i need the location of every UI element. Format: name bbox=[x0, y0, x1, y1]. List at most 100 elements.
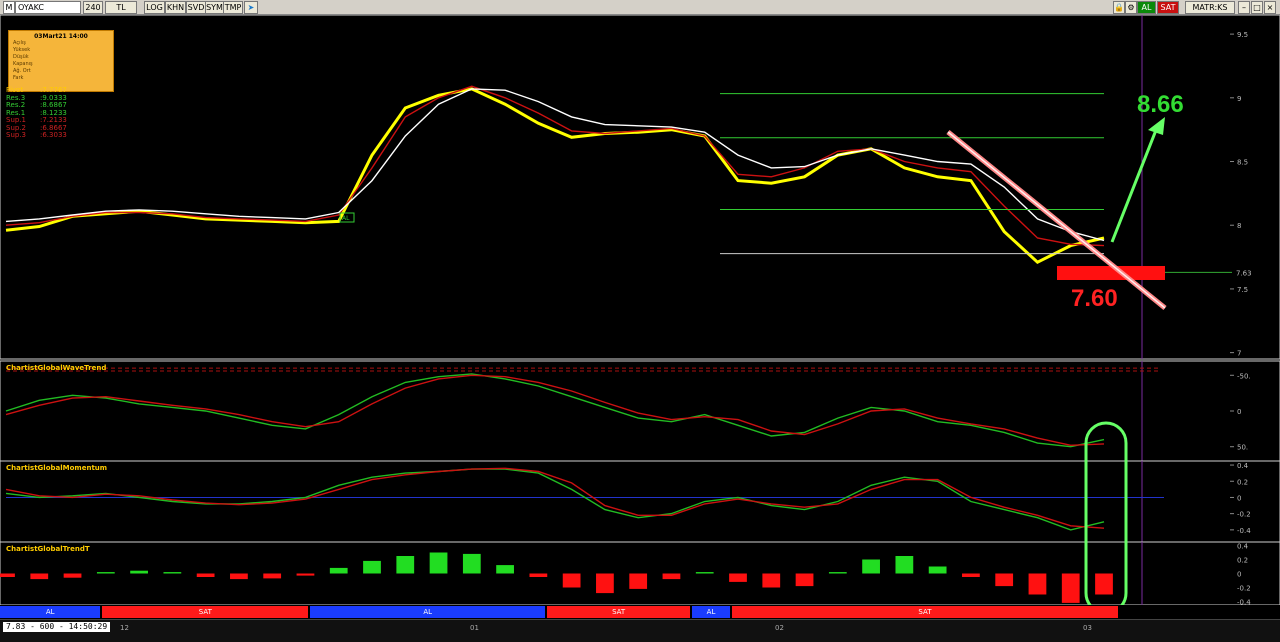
price-panel: 7 7.5 8 8.5 9 9.5 7.63 bbox=[0, 15, 1280, 370]
ticker-input[interactable]: OYAKC bbox=[15, 1, 81, 14]
trend-bar bbox=[430, 553, 448, 574]
trend-bar bbox=[197, 574, 215, 578]
trend-bar bbox=[64, 574, 82, 578]
khn-button[interactable]: KHN bbox=[165, 1, 186, 14]
trend-bar bbox=[596, 574, 614, 594]
info-row: Ağ. Ort bbox=[9, 68, 113, 75]
trend-bar bbox=[1095, 574, 1113, 595]
y-tick-label: -0.4 bbox=[1237, 599, 1251, 606]
wavetrend-title: ChartistGlobalWaveTrend bbox=[6, 364, 106, 372]
sell-button[interactable]: SAT bbox=[1157, 1, 1179, 14]
trend-bar bbox=[330, 568, 348, 574]
symbol-logo[interactable]: M bbox=[3, 1, 15, 14]
y-tick-label: 8 bbox=[1237, 222, 1241, 230]
support-price-label: 7.60 bbox=[1071, 285, 1118, 312]
trend-bar bbox=[30, 574, 48, 580]
y-tick-label: -50. bbox=[1237, 372, 1251, 380]
chart-window: M OYAKC 240 TL LOG KHN SVD SYM TMP ➤ 🔒 ⚙… bbox=[0, 0, 1280, 641]
maximize-icon[interactable]: □ bbox=[1251, 1, 1263, 14]
y-tick-label: -0.4 bbox=[1237, 527, 1251, 535]
trend-bar bbox=[796, 574, 814, 587]
y-tick-label: 7 bbox=[1237, 350, 1241, 358]
signal-segment: SAT bbox=[102, 606, 308, 618]
trend-bar bbox=[563, 574, 581, 588]
pivot-value: :6.3033 bbox=[40, 132, 67, 140]
y-tick-label: 7.5 bbox=[1237, 286, 1248, 294]
svd-button[interactable]: SVD bbox=[186, 1, 206, 14]
last-price-label: 7.63 bbox=[1236, 269, 1252, 277]
signal-segment: SAT bbox=[547, 606, 690, 618]
status-price: 7.83 - 600 - 14:50:29 bbox=[3, 622, 110, 632]
y-tick-label: 0 bbox=[1237, 408, 1241, 416]
momentum-panel: -0.4-0.200.20.4 bbox=[0, 461, 1280, 542]
y-tick-label: 0 bbox=[1237, 494, 1241, 502]
trendt-panel: -0.4 -0.2 0 0.2 0.4 bbox=[0, 542, 1280, 605]
status-bar: 7.83 - 600 - 14:50:29 12 01 02 03 bbox=[0, 619, 1280, 642]
close-icon[interactable]: × bbox=[1264, 1, 1276, 14]
ohlc-info-box: 03Mart21 14:00 Açılış Yüksek Düşük Kapan… bbox=[8, 30, 114, 92]
wavetrend-panel: 50. 0 -50. bbox=[0, 361, 1280, 461]
tmp-button[interactable]: TMP bbox=[223, 1, 243, 14]
trend-bar bbox=[663, 574, 681, 580]
period-button[interactable]: 240 bbox=[83, 1, 103, 14]
pivot-row: Sup.3:6.3033 bbox=[6, 132, 86, 140]
trend-bar bbox=[1029, 574, 1047, 595]
y-tick-label: 8.5 bbox=[1237, 159, 1248, 167]
chart-canvas[interactable]: 7 7.5 8 8.5 9 9.5 7.63 50. 0 -50. -0.4 -0.2 0 0.2 0.… bbox=[0, 15, 1280, 605]
trend-bar bbox=[463, 554, 481, 574]
trendt-title: ChartistGlobalTrendT bbox=[6, 545, 90, 553]
target-price-label: 8.66 bbox=[1137, 91, 1184, 118]
trend-bar bbox=[529, 574, 547, 578]
trend-bar bbox=[862, 560, 880, 574]
info-row: Yüksek bbox=[9, 47, 113, 54]
trend-bar bbox=[396, 556, 414, 574]
minimize-icon[interactable]: – bbox=[1238, 1, 1250, 14]
currency-button[interactable]: TL bbox=[105, 1, 137, 14]
trend-bar bbox=[230, 574, 248, 580]
lock-icon[interactable]: 🔒 bbox=[1113, 1, 1125, 14]
x-tick: 01 bbox=[470, 624, 479, 632]
signal-segment: AL bbox=[310, 606, 545, 618]
y-tick-label: -0.2 bbox=[1237, 585, 1251, 593]
pivot-label: Sup.3 bbox=[6, 132, 40, 140]
sym-button[interactable]: SYM bbox=[205, 1, 224, 14]
trend-bar bbox=[729, 574, 747, 582]
support-box bbox=[1057, 266, 1165, 280]
trend-bar bbox=[762, 574, 780, 588]
trend-bar bbox=[629, 574, 647, 589]
buy-button[interactable]: AL bbox=[1137, 1, 1156, 14]
trend-bar bbox=[829, 572, 847, 573]
settings-icon[interactable]: ⚙ bbox=[1125, 1, 1137, 14]
y-tick-label: 0.2 bbox=[1237, 557, 1248, 565]
telegram-icon[interactable]: ➤ bbox=[244, 1, 258, 14]
y-tick-label: 0.2 bbox=[1237, 478, 1248, 486]
trend-bar bbox=[263, 574, 281, 579]
trend-bar bbox=[995, 574, 1013, 587]
trend-bar bbox=[363, 561, 381, 574]
x-tick: 12 bbox=[120, 624, 129, 632]
trend-bar bbox=[0, 574, 15, 578]
y-tick-label: 0.4 bbox=[1237, 543, 1249, 551]
signal-segment: SAT bbox=[732, 606, 1118, 618]
y-tick-label: 0 bbox=[1237, 571, 1241, 579]
trend-bar bbox=[163, 572, 181, 573]
pivot-list: Pivot:7.7767Res.3:9.0333Res.2:8.6867Res.… bbox=[6, 87, 86, 140]
trend-bar bbox=[929, 567, 947, 574]
y-tick-label: 9 bbox=[1237, 95, 1241, 103]
matriks-button[interactable]: MATR:KS bbox=[1185, 1, 1235, 14]
log-button[interactable]: LOG bbox=[144, 1, 165, 14]
y-tick-label: 9.5 bbox=[1237, 31, 1248, 39]
info-row: Düşük bbox=[9, 54, 113, 61]
signal-bar: ALSATALSATALSAT bbox=[0, 606, 1120, 618]
trend-bar bbox=[496, 565, 514, 573]
trend-bar bbox=[130, 571, 148, 574]
y-tick-label: 0.4 bbox=[1237, 462, 1249, 470]
trend-bar bbox=[962, 574, 980, 578]
signal-segment: AL bbox=[0, 606, 100, 618]
trend-bar bbox=[696, 572, 714, 573]
momentum-title: ChartistGlobalMomentum bbox=[6, 464, 107, 472]
x-tick: 03 bbox=[1083, 624, 1092, 632]
y-tick-label: 50. bbox=[1237, 444, 1248, 452]
panel-frame bbox=[0, 361, 1280, 461]
trend-bar bbox=[895, 556, 913, 574]
